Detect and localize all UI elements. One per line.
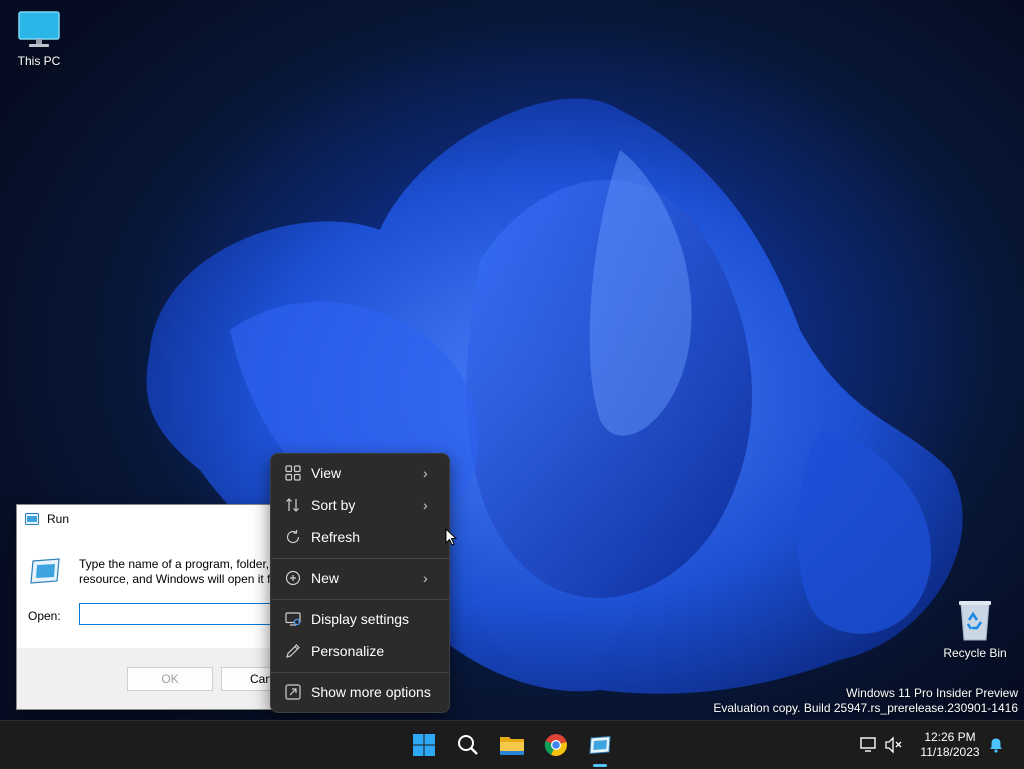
file-explorer-button[interactable]: [496, 729, 528, 761]
mouse-cursor-icon: [445, 528, 457, 546]
chevron-right-icon: ›: [423, 497, 428, 513]
run-icon: [589, 735, 611, 755]
search-icon: [458, 735, 478, 755]
run-title: Run: [47, 512, 70, 526]
desktop-icon-this-pc[interactable]: This PC: [0, 10, 79, 68]
ok-button[interactable]: OK: [127, 667, 213, 691]
menu-item-refresh[interactable]: Refresh: [275, 522, 445, 552]
chevron-right-icon: ›: [423, 465, 428, 481]
desktop-context-menu: View › Sort by › Refresh New › Display s…: [270, 453, 450, 713]
refresh-icon: [285, 529, 311, 545]
start-button[interactable]: [408, 729, 440, 761]
desktop-icon-label: Recycle Bin: [943, 646, 1007, 660]
start-icon: [413, 734, 435, 756]
sort-icon: [285, 497, 311, 513]
menu-item-view[interactable]: View ›: [275, 458, 445, 488]
menu-item-new[interactable]: New ›: [275, 563, 445, 593]
run-dialog: Run Type the name of a program, folder, …: [16, 504, 308, 710]
active-app-indicator: [593, 764, 607, 767]
menu-separator: [271, 558, 449, 559]
search-button[interactable]: [452, 729, 484, 761]
run-taskbar-button[interactable]: [584, 729, 616, 761]
run-body: Type the name of a program, folder, reso…: [17, 533, 307, 648]
clock[interactable]: 12:26 PM 11/18/2023: [912, 730, 988, 760]
desktop-icon-recycle-bin[interactable]: Recycle Bin: [935, 598, 1015, 660]
display-icon: [285, 611, 311, 627]
menu-item-sort-by[interactable]: Sort by ›: [275, 490, 445, 520]
system-tray[interactable]: [858, 721, 904, 769]
run-icon: [25, 513, 39, 525]
menu-item-label: Sort by: [311, 497, 356, 513]
clock-date: 11/18/2023: [920, 745, 980, 759]
menu-item-label: Display settings: [311, 611, 410, 627]
menu-separator: [271, 672, 449, 673]
recycle-bin-icon: [959, 601, 991, 641]
menu-item-label: Refresh: [311, 529, 361, 545]
menu-item-label: Personalize: [311, 643, 385, 659]
chrome-button[interactable]: [540, 729, 572, 761]
run-large-icon: [30, 558, 60, 584]
notification-bell-icon[interactable]: [988, 737, 1004, 753]
watermark-edition: Windows 11 Pro Insider Preview: [846, 686, 1018, 700]
desktop-icon-label: This PC: [17, 54, 61, 68]
menu-item-label: View: [311, 465, 342, 481]
chrome-icon: [544, 734, 567, 756]
file-explorer-icon: [500, 737, 524, 755]
taskbar: 12:26 PM 11/18/2023: [0, 720, 1024, 769]
chevron-right-icon: ›: [423, 570, 428, 586]
pen-icon: [285, 643, 311, 659]
expand-icon: [285, 684, 311, 700]
menu-item-label: New: [311, 570, 340, 586]
watermark-build: Evaluation copy. Build 25947.rs_prerelea…: [713, 701, 1018, 715]
plus-circle-icon: [285, 570, 311, 586]
network-icon: [860, 737, 876, 752]
volume-muted-icon: [885, 736, 902, 754]
clock-time: 12:26 PM: [924, 730, 976, 744]
menu-separator: [271, 599, 449, 600]
menu-item-show-more-options[interactable]: Show more options: [275, 677, 445, 707]
monitor-icon: [18, 11, 60, 47]
menu-item-label: Show more options: [311, 684, 431, 700]
open-label: Open:: [28, 609, 61, 623]
grid-icon: [285, 465, 311, 481]
run-title-bar[interactable]: Run: [17, 505, 307, 533]
menu-item-personalize[interactable]: Personalize: [275, 636, 445, 666]
menu-item-display-settings[interactable]: Display settings: [275, 604, 445, 634]
